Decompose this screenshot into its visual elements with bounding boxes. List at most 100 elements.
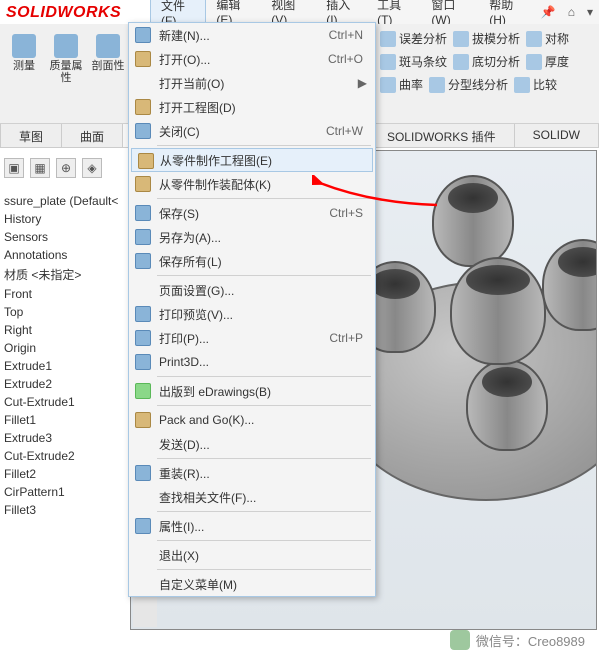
- tool-分型线分析[interactable]: 分型线分析: [429, 76, 508, 93]
- tab-SOLIDW[interactable]: SOLIDW: [515, 124, 599, 147]
- menu-item[interactable]: 新建(N)...Ctrl+N: [129, 23, 375, 47]
- tab-曲面[interactable]: 曲面: [62, 124, 123, 147]
- home-icon[interactable]: ⌂: [562, 2, 581, 22]
- pin-icon[interactable]: 📌: [535, 2, 562, 22]
- menu-item[interactable]: 自定义菜单(M): [129, 572, 375, 596]
- menu-icon: [135, 253, 151, 269]
- tool-厚度[interactable]: 厚度: [526, 53, 569, 70]
- tree-item[interactable]: Sensors: [4, 228, 124, 246]
- menu-label: 新建(N)...: [159, 27, 329, 44]
- menu-item[interactable]: 页面设置(G)...: [129, 278, 375, 302]
- menu-item[interactable]: 打开当前(O)▶: [129, 71, 375, 95]
- tree-item[interactable]: Extrude3: [4, 429, 124, 447]
- menu-icon: [135, 229, 151, 245]
- menu-icon: [135, 51, 151, 67]
- menu-shortcut: Ctrl+N: [329, 28, 367, 42]
- menu-label: 保存(S): [159, 205, 329, 222]
- tree-item[interactable]: Extrude2: [4, 375, 124, 393]
- menu-item[interactable]: 打印预览(V)...: [129, 302, 375, 326]
- menu-label: Print3D...: [159, 355, 367, 369]
- tool-测量[interactable]: 测量: [4, 30, 44, 88]
- menu-shortcut: Ctrl+O: [328, 52, 367, 66]
- fold-icon[interactable]: ▾: [581, 2, 599, 22]
- tree-item[interactable]: History: [4, 210, 124, 228]
- menu-item[interactable]: 发送(D)...: [129, 432, 375, 456]
- tree-item[interactable]: ssure_plate (Default<: [4, 192, 124, 210]
- menu-label: 打印(P)...: [159, 330, 329, 347]
- file-menu: 新建(N)...Ctrl+N打开(O)...Ctrl+O打开当前(O)▶打开工程…: [128, 22, 376, 597]
- treebtn-3[interactable]: ◈: [82, 158, 102, 178]
- tree-item[interactable]: Cut-Extrude1: [4, 393, 124, 411]
- menu-item[interactable]: Print3D...: [129, 350, 375, 374]
- tree-item[interactable]: Fillet3: [4, 501, 124, 519]
- watermark: 微信号：Creo8989: [450, 630, 585, 650]
- treebtn-0[interactable]: ▣: [4, 158, 24, 178]
- tree-item[interactable]: Annotations: [4, 246, 124, 264]
- menu-label: 退出(X): [159, 547, 367, 564]
- menu-label: 重装(R)...: [159, 465, 367, 482]
- menu-label: 保存所有(L): [159, 253, 367, 270]
- menu-item[interactable]: 退出(X): [129, 543, 375, 567]
- menu-icon: [135, 123, 151, 139]
- menu-icon: [135, 354, 151, 370]
- menu-label: 属性(I)...: [159, 518, 367, 535]
- menu-label: 发送(D)...: [159, 436, 367, 453]
- tree-item[interactable]: Right: [4, 321, 124, 339]
- menu-icon: [135, 330, 151, 346]
- tool-误差分析[interactable]: 误差分析: [380, 30, 447, 47]
- submenu-arrow-icon: ▶: [352, 76, 367, 90]
- tool-曲率[interactable]: 曲率: [380, 76, 423, 93]
- menu-icon: [135, 306, 151, 322]
- menu-item[interactable]: 查找相关文件(F)...: [129, 485, 375, 509]
- menu-icon: [138, 153, 154, 169]
- tree-item[interactable]: CirPattern1: [4, 483, 124, 501]
- menu-label: 打印预览(V)...: [159, 306, 367, 323]
- menu-icon: [135, 176, 151, 192]
- tree-item[interactable]: Fillet2: [4, 465, 124, 483]
- menu-item[interactable]: 关闭(C)Ctrl+W: [129, 119, 375, 143]
- menu-item[interactable]: 从零件制作工程图(E): [131, 148, 373, 172]
- tree-item[interactable]: Top: [4, 303, 124, 321]
- tool-底切分析[interactable]: 底切分析: [453, 53, 520, 70]
- menu-item[interactable]: 保存所有(L): [129, 249, 375, 273]
- menu-item[interactable]: 保存(S)Ctrl+S: [129, 201, 375, 225]
- menu-item[interactable]: 打开工程图(D): [129, 95, 375, 119]
- menu-item[interactable]: 另存为(A)...: [129, 225, 375, 249]
- tool-拔模分析[interactable]: 拔模分析: [453, 30, 520, 47]
- menu-label: 关闭(C): [159, 123, 326, 140]
- menu-icon: [135, 383, 151, 399]
- menu-item[interactable]: Pack and Go(K)...: [129, 408, 375, 432]
- treebtn-1[interactable]: ▦: [30, 158, 50, 178]
- menu-icon: [135, 99, 151, 115]
- menu-label: 页面设置(G)...: [159, 282, 367, 299]
- tree-item[interactable]: Fillet1: [4, 411, 124, 429]
- menu-item[interactable]: 从零件制作装配体(K): [129, 172, 375, 196]
- menu-bar: 文件(F)编辑(E)视图(V)插入(I)工具(T)窗口(W)帮助(H) 📌 ⌂ …: [150, 0, 599, 24]
- treebtn-2[interactable]: ⊕: [56, 158, 76, 178]
- menu-label: 打开(O)...: [159, 51, 328, 68]
- menu-item[interactable]: 重装(R)...: [129, 461, 375, 485]
- tool-斑马条纹[interactable]: 斑马条纹: [380, 53, 447, 70]
- menu-icon: [135, 518, 151, 534]
- tree-item[interactable]: Origin: [4, 339, 124, 357]
- tool-比较[interactable]: 比较: [514, 76, 557, 93]
- menu-shortcut: Ctrl+P: [329, 331, 367, 345]
- tab-SOLIDWORKS 插件[interactable]: SOLIDWORKS 插件: [369, 124, 515, 147]
- menu-label: 出版到 eDrawings(B): [159, 383, 367, 400]
- app-logo: SOLIDWORKS: [6, 4, 121, 22]
- menu-item[interactable]: 属性(I)...: [129, 514, 375, 538]
- menu-shortcut: Ctrl+W: [326, 124, 367, 138]
- tab-草图[interactable]: 草图: [0, 124, 62, 147]
- tree-item[interactable]: 材质 <未指定>: [4, 264, 124, 285]
- tool-剖面性[interactable]: 剖面性: [88, 30, 128, 88]
- tree-item[interactable]: Extrude1: [4, 357, 124, 375]
- menu-item[interactable]: 打开(O)...Ctrl+O: [129, 47, 375, 71]
- menu-item[interactable]: 打印(P)...Ctrl+P: [129, 326, 375, 350]
- tool-质量属性[interactable]: 质量属性: [46, 30, 86, 88]
- menu-label: 从零件制作装配体(K): [159, 176, 367, 193]
- menu-item[interactable]: 出版到 eDrawings(B): [129, 379, 375, 403]
- tree-item[interactable]: Cut-Extrude2: [4, 447, 124, 465]
- tree-item[interactable]: Front: [4, 285, 124, 303]
- tool-对称[interactable]: 对称: [526, 30, 569, 47]
- menu-label: Pack and Go(K)...: [159, 413, 367, 427]
